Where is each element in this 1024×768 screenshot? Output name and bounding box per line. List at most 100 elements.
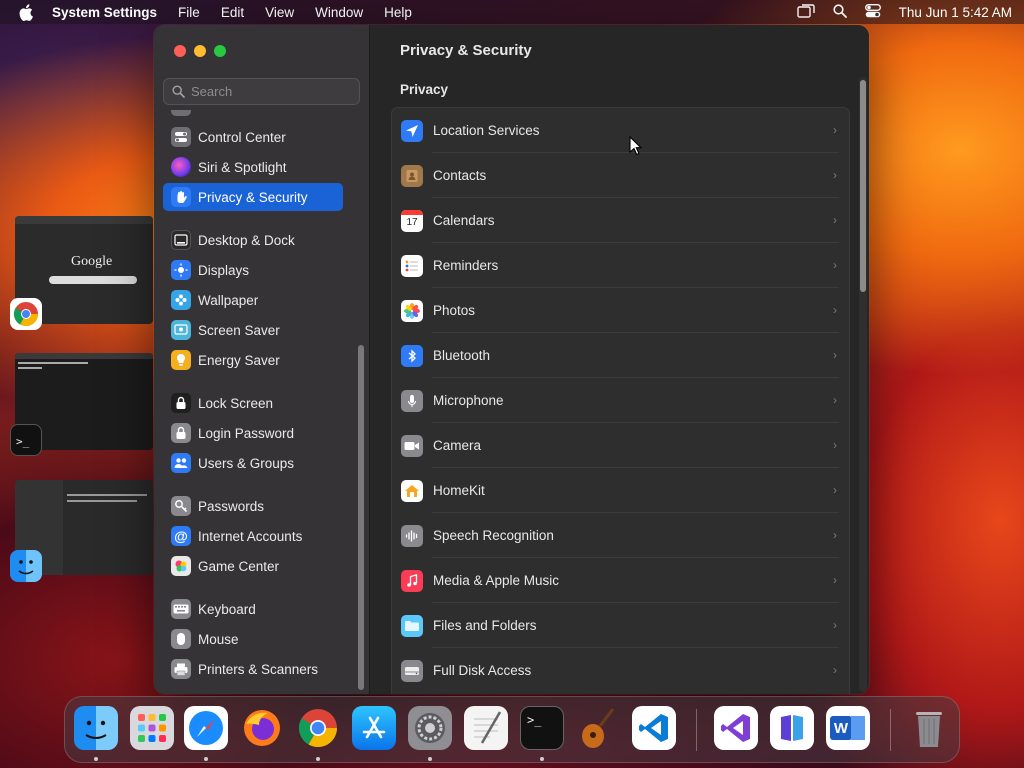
location-arrow-icon <box>401 119 423 142</box>
row-full-disk-access[interactable]: Full Disk Access › <box>392 648 849 693</box>
zoom-window-button[interactable] <box>214 45 226 57</box>
trash-icon[interactable] <box>907 706 951 750</box>
running-indicator <box>316 757 320 761</box>
chrome-badge-icon[interactable] <box>10 298 42 330</box>
visual-studio-icon[interactable] <box>714 706 758 750</box>
search-input[interactable] <box>191 84 351 99</box>
sidebar-item-users-groups[interactable]: Users & Groups <box>163 449 344 477</box>
menu-file[interactable]: File <box>178 5 200 20</box>
row-media-apple-music[interactable]: Media & Apple Music › <box>392 558 849 603</box>
terminal-text-line <box>18 362 88 364</box>
row-reminders[interactable]: Reminders › <box>392 243 849 288</box>
row-label: Files and Folders <box>433 618 537 633</box>
system-settings-window: Control Center Siri & Spotlight Privacy … <box>154 25 869 694</box>
safari-icon[interactable] <box>184 706 228 750</box>
row-microphone[interactable]: Microphone › <box>392 378 849 423</box>
finder-icon[interactable] <box>74 706 118 750</box>
sidebar-search-field[interactable] <box>163 78 360 105</box>
sidebar-item-displays[interactable]: Displays <box>163 256 344 284</box>
sidebar-item-printers-scanners[interactable]: Printers & Scanners <box>163 655 344 683</box>
firefox-icon[interactable] <box>240 706 284 750</box>
finder-badge-icon[interactable] <box>10 550 42 582</box>
dock-separator <box>890 709 891 751</box>
row-files-folders[interactable]: Files and Folders › <box>392 603 849 648</box>
sidebar-item-siri-spotlight[interactable]: Siri & Spotlight <box>163 153 344 181</box>
sidebar-item-game-center[interactable]: Game Center <box>163 552 344 580</box>
row-bluetooth[interactable]: Bluetooth › <box>392 333 849 378</box>
menubar-clock[interactable]: Thu Jun 1 5:42 AM <box>899 5 1012 20</box>
sidebar-item-login-password[interactable]: Login Password <box>163 419 344 447</box>
sidebar-item-internet-accounts[interactable]: @ Internet Accounts <box>163 522 344 550</box>
word-page-shape <box>851 716 865 740</box>
sidebar-item-label: Lock Screen <box>198 395 274 411</box>
vscode-icon[interactable] <box>632 706 676 750</box>
app-store-icon[interactable] <box>352 706 396 750</box>
row-label: Media & Apple Music <box>433 573 560 588</box>
sidebar-item-privacy-security[interactable]: Privacy & Security <box>163 183 343 211</box>
folder-icon <box>401 614 423 637</box>
sidebar-item-passwords[interactable]: Passwords <box>163 492 344 520</box>
game-center-icon <box>171 556 191 576</box>
sidebar-item-control-center[interactable]: Control Center <box>163 123 344 151</box>
data-studio-icon[interactable] <box>770 706 814 750</box>
sidebar-item-energy-saver[interactable]: Energy Saver <box>163 346 344 374</box>
settings-gear-icon[interactable] <box>408 706 452 750</box>
terminal-prompt-glyph: >_ <box>527 713 542 727</box>
row-label: Reminders <box>433 258 499 273</box>
running-indicator <box>94 757 98 761</box>
apple-menu-icon[interactable] <box>18 3 34 21</box>
spotlight-search-icon[interactable] <box>833 3 847 21</box>
screen-mirroring-icon[interactable] <box>796 3 815 21</box>
settings-sidebar: Control Center Siri & Spotlight Privacy … <box>154 25 370 694</box>
sidebar-item-label: Displays <box>198 262 250 278</box>
menu-view[interactable]: View <box>265 5 294 20</box>
row-contacts[interactable]: Contacts › <box>392 153 849 198</box>
sidebar-item-desktop-dock[interactable]: Desktop & Dock <box>163 226 344 254</box>
mouse-icon <box>171 629 191 649</box>
word-letter-badge: W <box>830 716 852 740</box>
chevron-right-icon: › <box>833 573 837 587</box>
sidebar-item-screen-saver[interactable]: Screen Saver <box>163 316 344 344</box>
thumbnail-title-bar <box>15 353 153 359</box>
lock-outline-icon <box>171 423 191 443</box>
thumbnail-search-box <box>49 276 137 284</box>
row-camera[interactable]: Camera › <box>392 423 849 468</box>
guitar-icon[interactable] <box>576 706 620 750</box>
row-homekit[interactable]: HomeKit › <box>392 468 849 513</box>
row-calendars[interactable]: 17 Calendars › <box>392 198 849 243</box>
terminal-badge-icon[interactable]: >_ <box>10 424 42 456</box>
menu-window[interactable]: Window <box>315 5 363 20</box>
bluetooth-icon <box>401 344 423 367</box>
disk-icon <box>401 659 423 682</box>
word-icon[interactable]: W <box>826 706 870 750</box>
menu-help[interactable]: Help <box>384 5 412 20</box>
sidebar-item-label: Passwords <box>198 498 265 514</box>
section-heading-privacy: Privacy <box>400 82 449 97</box>
lock-icon <box>171 393 191 413</box>
settings-content-pane: Privacy & Security Privacy Location Serv… <box>370 25 869 694</box>
app-name-menu[interactable]: System Settings <box>52 5 157 20</box>
terminal-icon[interactable]: >_ <box>520 706 564 750</box>
sidebar-item-wallpaper[interactable]: Wallpaper <box>163 286 344 314</box>
control-center-toggle-icon[interactable] <box>864 3 881 21</box>
sidebar-scrollbar[interactable] <box>358 345 364 690</box>
menu-edit[interactable]: Edit <box>221 5 244 20</box>
sidebar-item-label: Mouse <box>198 631 239 647</box>
sidebar-item-lock-screen[interactable]: Lock Screen <box>163 389 344 417</box>
row-speech-recognition[interactable]: Speech Recognition › <box>392 513 849 558</box>
sidebar-item-mouse[interactable]: Mouse <box>163 625 344 653</box>
sidebar-item-label: Wallpaper <box>198 292 259 308</box>
running-indicator <box>204 757 208 761</box>
sidebar-item-keyboard[interactable]: Keyboard <box>163 595 344 623</box>
chevron-right-icon: › <box>833 258 837 272</box>
minimize-window-button[interactable] <box>194 45 206 57</box>
row-location-services[interactable]: Location Services › <box>392 108 849 153</box>
close-window-button[interactable] <box>174 45 186 57</box>
content-scrollbar[interactable] <box>860 80 866 292</box>
users-icon <box>171 453 191 473</box>
chrome-icon[interactable] <box>296 706 340 750</box>
textedit-icon[interactable] <box>464 706 508 750</box>
music-note-icon <box>401 569 423 592</box>
row-photos[interactable]: Photos › <box>392 288 849 333</box>
launchpad-icon[interactable] <box>130 706 174 750</box>
